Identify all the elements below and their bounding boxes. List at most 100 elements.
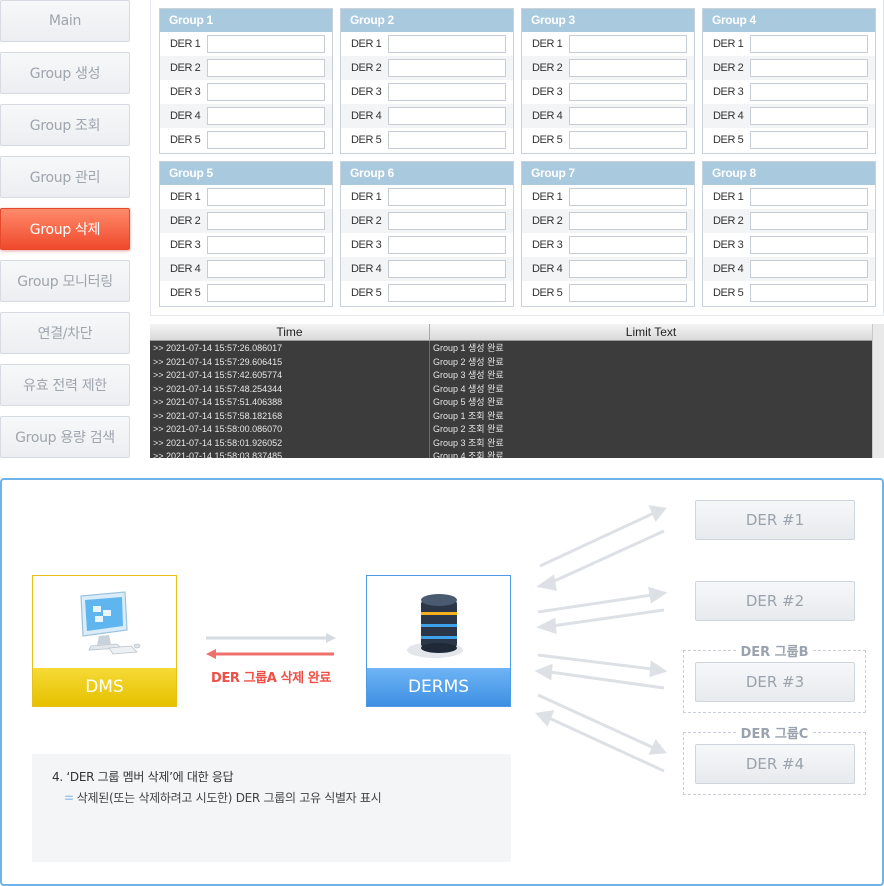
log-scrollbar[interactable] — [872, 324, 884, 458]
der-id-field[interactable] — [388, 212, 506, 230]
der-id-field[interactable] — [750, 260, 868, 278]
der-row: DER 1 — [703, 32, 875, 56]
der-id-field[interactable] — [569, 260, 687, 278]
der-row: DER 3 — [160, 233, 332, 257]
nav-item-group-inquiry[interactable]: Group 조회 — [0, 104, 130, 146]
der-id-field[interactable] — [388, 260, 506, 278]
der-id-field[interactable] — [569, 107, 687, 125]
log-row[interactable]: >> 2021-07-14 15:57:26.086017 Group 1 생성 … — [150, 342, 872, 356]
nav-item-active-power-limit[interactable]: 유효 전력 제한 — [0, 364, 130, 406]
der-row: DER 1 — [160, 32, 332, 56]
der-id-field[interactable] — [207, 83, 325, 101]
log-row[interactable]: >> 2021-07-14 15:57:58.182168 Group 1 조회 … — [150, 410, 872, 424]
der-id-field[interactable] — [207, 188, 325, 206]
der-row: DER 2 — [160, 56, 332, 80]
der-id-field[interactable] — [388, 107, 506, 125]
log-time: >> 2021-07-14 15:57:42.605774 — [153, 370, 283, 380]
der-id-field[interactable] — [569, 131, 687, 149]
der-id-field[interactable] — [569, 188, 687, 206]
der-row: DER 5 — [160, 128, 332, 152]
log-row[interactable]: >> 2021-07-14 15:57:48.254344 Group 4 생성 … — [150, 383, 872, 397]
group-card-4: Group 4 DER 1 DER 2 DER 3 DER 4 DER 5 — [702, 8, 876, 154]
der-id-field[interactable] — [569, 212, 687, 230]
der-id-field[interactable] — [388, 131, 506, 149]
der-row: DER 1 — [703, 185, 875, 209]
der-row: DER 2 — [341, 56, 513, 80]
der-row: DER 1 — [522, 32, 694, 56]
nav-item-main[interactable]: Main — [0, 0, 130, 42]
nav-item-group-capacity-search[interactable]: Group 용량 검색 — [0, 416, 130, 458]
der-label: DER 3 — [170, 86, 201, 98]
der-row: DER 4 — [703, 257, 875, 281]
der-row: DER 1 — [522, 185, 694, 209]
der-id-field[interactable] — [569, 284, 687, 302]
request-arrow — [206, 633, 336, 643]
der-id-field[interactable] — [388, 35, 506, 53]
der-id-field[interactable] — [388, 284, 506, 302]
der-label: DER 1 — [351, 191, 382, 203]
der-label: DER 5 — [170, 287, 201, 299]
log-column-limit-text[interactable]: Limit Text — [430, 324, 872, 341]
der-label: DER 4 — [170, 263, 201, 275]
der-id-field[interactable] — [207, 260, 325, 278]
derms-node: DERMS — [366, 575, 511, 707]
der-id-field[interactable] — [750, 59, 868, 77]
der-id-field[interactable] — [569, 236, 687, 254]
der-id-field[interactable] — [750, 188, 868, 206]
der-row: DER 2 — [522, 56, 694, 80]
der-id-field[interactable] — [569, 35, 687, 53]
der-id-field[interactable] — [207, 131, 325, 149]
note-title: 4. ‘DER 그룹 멤버 삭제’에 대한 응답 — [52, 770, 234, 784]
log-row[interactable]: >> 2021-07-14 15:57:51.406388 Group 5 생성 … — [150, 396, 872, 410]
der-label: DER 1 — [713, 191, 744, 203]
log-text: Group 1 조회 완료 — [433, 410, 504, 421]
der-label: DER 2 — [532, 62, 563, 74]
der-id-field[interactable] — [388, 59, 506, 77]
der-id-field[interactable] — [207, 107, 325, 125]
log-row[interactable]: >> 2021-07-14 15:58:00.086070 Group 2 조회 … — [150, 423, 872, 437]
log-row[interactable]: >> 2021-07-14 15:57:29.606415 Group 2 생성 … — [150, 356, 872, 370]
database-server-icon — [407, 594, 463, 658]
der-id-field[interactable] — [750, 83, 868, 101]
nav-item-group-delete[interactable]: Group 삭제 — [0, 208, 130, 250]
group-title: Group 4 — [703, 9, 875, 32]
der-id-field[interactable] — [569, 83, 687, 101]
nav-item-group-manage[interactable]: Group 관리 — [0, 156, 130, 198]
der-id-field[interactable] — [388, 83, 506, 101]
der-id-field[interactable] — [207, 59, 325, 77]
log-row[interactable]: >> 2021-07-14 15:57:42.605774 Group 3 생성 … — [150, 369, 872, 383]
log-row[interactable]: >> 2021-07-14 15:58:03.837485 Group 4 조회 … — [150, 450, 872, 458]
der-id-field[interactable] — [750, 284, 868, 302]
nav-item-group-create[interactable]: Group 생성 — [0, 52, 130, 94]
log-time: >> 2021-07-14 15:57:29.606415 — [153, 356, 283, 367]
der-id-field[interactable] — [207, 284, 325, 302]
der-label: DER 1 — [532, 38, 563, 50]
group-title: Group 8 — [703, 162, 875, 185]
der-id-field[interactable] — [750, 131, 868, 149]
group-card-6: Group 6 DER 1 DER 2 DER 3 DER 4 DER 5 — [340, 161, 514, 307]
log-text: Group 3 생성 완료 — [433, 370, 504, 380]
der-row: DER 5 — [703, 281, 875, 305]
log-row[interactable]: >> 2021-07-14 15:58:01.926052 Group 3 조회 … — [150, 437, 872, 451]
log-column-time[interactable]: Time — [150, 324, 430, 341]
der-id-field[interactable] — [569, 59, 687, 77]
bullet-marker: = — [64, 791, 74, 805]
der-id-field[interactable] — [207, 212, 325, 230]
nav-item-connect-disconnect[interactable]: 연결/차단 — [0, 312, 130, 354]
der-label: DER 2 — [713, 215, 744, 227]
der-id-field[interactable] — [750, 212, 868, 230]
nav-item-group-monitoring[interactable]: Group 모니터링 — [0, 260, 130, 302]
der-id-field[interactable] — [750, 107, 868, 125]
der-node-2: DER #2 — [695, 581, 855, 621]
der-id-field[interactable] — [388, 188, 506, 206]
der-row: DER 5 — [341, 281, 513, 305]
der-id-field[interactable] — [750, 236, 868, 254]
der-id-field[interactable] — [750, 35, 868, 53]
der-node-3: DER #3 — [695, 662, 855, 702]
der-id-field[interactable] — [207, 35, 325, 53]
der-label: DER 3 — [713, 86, 744, 98]
der-id-field[interactable] — [388, 236, 506, 254]
der-id-field[interactable] — [207, 236, 325, 254]
der-row: DER 2 — [522, 209, 694, 233]
der-row: DER 2 — [703, 56, 875, 80]
